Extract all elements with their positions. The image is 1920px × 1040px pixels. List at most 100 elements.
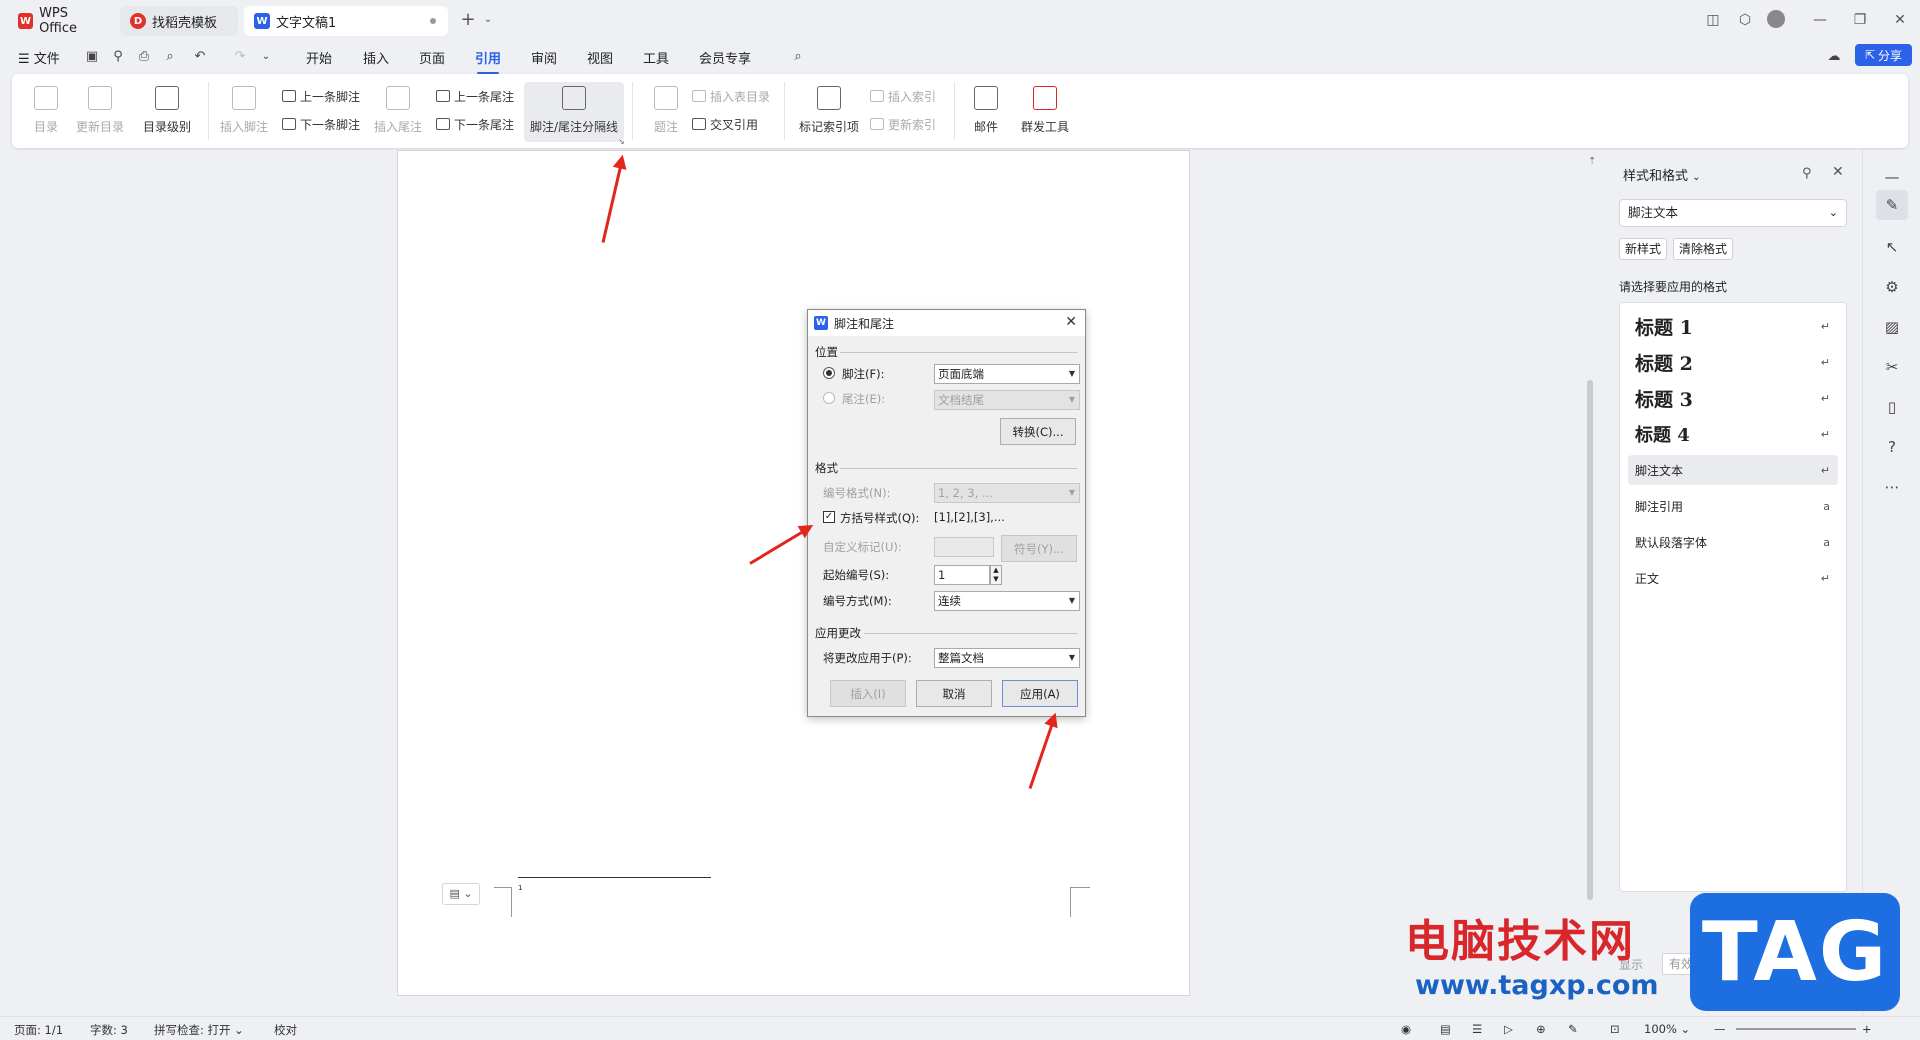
page-view-icon[interactable]: ▤ [1440,1022,1451,1036]
menu-tools[interactable]: 工具 [643,48,669,67]
print-icon[interactable]: ⎙ [136,49,152,65]
endnote-position-select[interactable]: 文档结尾 [934,390,1080,410]
apply-button[interactable]: 应用(A) [1002,680,1078,707]
style-pen-icon[interactable]: ✎ [1876,190,1908,220]
style-item-footnote-ref[interactable]: 脚注引用 a [1628,491,1838,521]
menu-insert[interactable]: 插入 [363,48,389,67]
mass-tool-button[interactable]: 群发工具 [1012,82,1078,142]
undo-icon[interactable]: ↶ [192,49,208,65]
prev-endnote-button[interactable]: 上一条尾注 [436,86,514,106]
minimize-icon[interactable]: — [1810,10,1830,30]
fit-page-icon[interactable]: ⊡ [1610,1022,1620,1036]
next-footnote-button[interactable]: 下一条脚注 [282,114,360,134]
paragraph-layout-button[interactable]: ▤ ⌄ [442,883,480,905]
custom-mark-input[interactable] [934,537,994,557]
toc-level-button[interactable]: 目录级别 [136,82,198,142]
cross-reference-button[interactable]: 交叉引用 [692,114,758,134]
link-icon[interactable]: ⚲ [110,49,126,65]
new-tab-plus-icon[interactable]: + [458,10,478,30]
style-item-default-font[interactable]: 默认段落字体 a [1628,527,1838,557]
insert-endnote-button[interactable]: 插入尾注 [372,82,424,142]
style-item-heading-1[interactable]: 标题 1 ↵ [1628,311,1838,341]
footnote-position-select[interactable]: 页面底端 [934,364,1080,384]
search-icon[interactable]: ⌕ [790,49,806,65]
proofread[interactable]: 校对 [274,1022,297,1038]
menu-review[interactable]: 审阅 [531,48,557,67]
zoom-in-icon[interactable]: + [1862,1022,1872,1036]
clear-format-button[interactable]: 清除格式 [1673,238,1734,260]
book-icon[interactable]: ▯ [1881,396,1903,418]
share-button[interactable]: ⇱ 分享 [1855,44,1912,66]
redo-icon[interactable]: ↷ [232,49,248,65]
outline-view-icon[interactable]: ☰ [1472,1022,1482,1036]
scroll-up-icon[interactable]: ⇡ [1588,156,1596,167]
start-number-stepper[interactable]: ▲ ▼ [990,565,1002,585]
select-cursor-icon[interactable]: ↖ [1881,236,1903,258]
insert-index-button[interactable]: 插入索引 [870,86,936,106]
toc-button[interactable]: 目录 [20,82,72,142]
mark-index-button[interactable]: 标记索引项 [796,82,862,142]
play-icon[interactable]: ▷ [1504,1022,1513,1036]
tab-document[interactable]: W 文字文稿1 [244,6,448,36]
tools-icon[interactable]: ✂ [1881,356,1903,378]
symbol-button[interactable]: 符号(Y)... [1001,535,1077,562]
word-count[interactable]: 字数: 3 [90,1022,128,1038]
cube-icon[interactable]: ⬡ [1735,10,1755,30]
insert-footnote-button[interactable]: 插入脚注 [218,82,270,142]
zoom-slider[interactable] [1736,1028,1856,1030]
next-endnote-button[interactable]: 下一条尾注 [436,114,514,134]
apply-to-select[interactable]: 整篇文档 [934,648,1080,668]
update-toc-button[interactable]: 更新目录 [74,82,126,142]
new-style-button[interactable]: 新样式 [1619,238,1668,260]
pen-icon[interactable]: ✎ [1568,1022,1578,1036]
page-count[interactable]: 页面: 1/1 [14,1022,63,1038]
convert-button[interactable]: 转换(C)... [1000,418,1076,445]
mail-button[interactable]: 邮件 [966,82,1006,142]
endnote-radio[interactable] [823,392,835,404]
menu-references[interactable]: 引用 [475,48,501,74]
zoom-level[interactable]: 100% ⌄ [1644,1022,1690,1036]
cancel-button[interactable]: 取消 [916,680,992,707]
bracket-style-checkbox[interactable]: ✓ [823,511,835,523]
tab-wps-office[interactable]: W WPS Office [8,6,116,36]
layout-icon[interactable]: ◫ [1703,10,1723,30]
menu-home[interactable]: 开始 [306,48,332,67]
vertical-scrollbar[interactable] [1587,380,1593,900]
number-format-select[interactable]: 1, 2, 3, ... [934,483,1080,503]
insert-table-of-figures-button[interactable]: 插入表目录 [692,86,770,106]
pin-icon[interactable]: ⚲ [1802,166,1812,181]
footnote-radio[interactable] [823,367,835,379]
adjust-icon[interactable]: ⚙ [1881,276,1903,298]
save-icon[interactable]: ▣ [84,49,100,65]
numbering-select[interactable]: 连续 [934,591,1080,611]
style-item-heading-3[interactable]: 标题 3 ↵ [1628,383,1838,413]
cloud-icon[interactable]: ☁ [1826,49,1842,65]
dialog-launcher-icon[interactable]: ↘ [618,137,625,146]
start-number-input[interactable]: 1 [934,565,990,585]
zoom-out-icon[interactable]: — [1714,1022,1726,1036]
help-icon[interactable]: ? [1881,436,1903,458]
insert-button[interactable]: 插入(I) [830,680,906,707]
style-item-heading-2[interactable]: 标题 2 ↵ [1628,347,1838,377]
current-style-select[interactable]: 脚注文本 ⌄ [1619,199,1847,227]
tab-dropdown-icon[interactable]: ⌄ [478,10,498,30]
footnote-separator-button[interactable]: 脚注/尾注分隔线 [524,82,624,142]
web-view-icon[interactable]: ⊕ [1536,1022,1546,1036]
style-item-normal[interactable]: 正文 ↵ [1628,563,1838,593]
avatar[interactable] [1767,10,1785,28]
spell-check[interactable]: 拼写检查: 打开 ⌄ [154,1022,244,1038]
menu-view[interactable]: 视图 [587,48,613,67]
more-quick-access-icon[interactable]: ⌄ [258,49,274,65]
eye-icon[interactable]: ◉ [1401,1022,1411,1036]
panel-close-icon[interactable]: ✕ [1832,164,1844,180]
style-panel-title[interactable]: 样式和格式 ⌄ [1623,165,1701,184]
menu-membership[interactable]: 会员专享 [699,48,751,67]
menu-page[interactable]: 页面 [419,48,445,67]
prev-footnote-button[interactable]: 上一条脚注 [282,86,360,106]
style-item-heading-4[interactable]: 标题 4 ↵ [1628,419,1838,449]
caption-button[interactable]: 题注 [646,82,686,142]
restore-icon[interactable]: ❐ [1850,10,1870,30]
more-icon[interactable]: ⋯ [1881,476,1903,498]
collapse-icon[interactable]: — [1881,166,1903,188]
image-edit-icon[interactable]: ▨ [1881,316,1903,338]
